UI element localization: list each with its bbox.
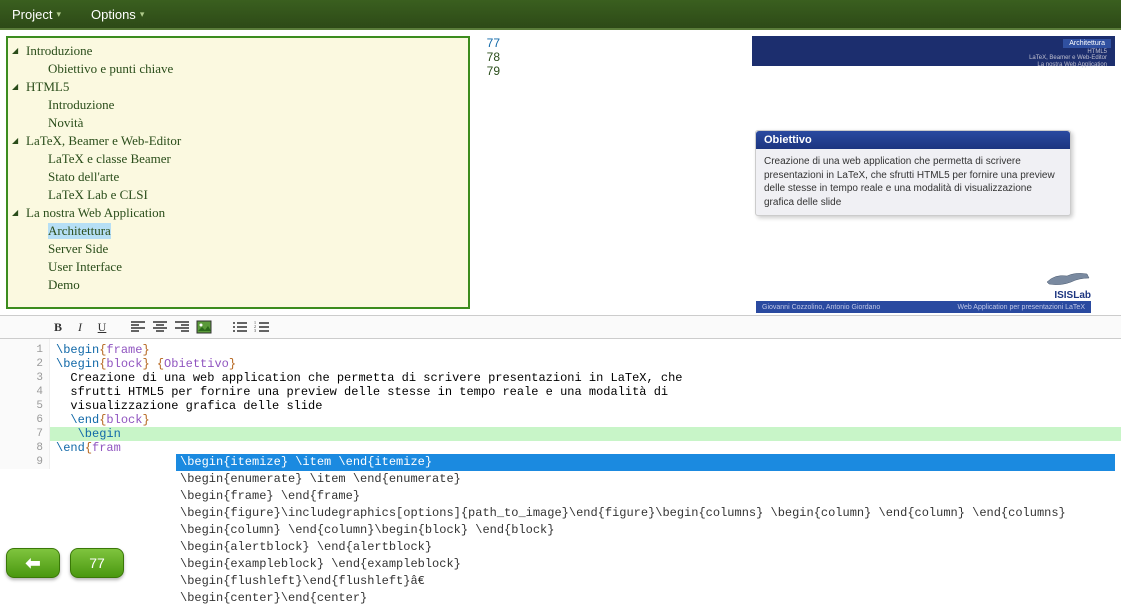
page-button-label: 77	[89, 555, 105, 571]
slide-header-line: HTML5	[760, 49, 1107, 56]
code-line[interactable]: \begin	[50, 427, 1121, 441]
objective-block: Obiettivo Creazione di una web applicati…	[755, 130, 1071, 216]
align-right-button[interactable]	[172, 318, 192, 336]
autocomplete-popup[interactable]: \begin{itemize} \item \end{itemize}\begi…	[176, 454, 1115, 607]
align-center-button[interactable]	[150, 318, 170, 336]
outline-item[interactable]: Introduzione	[12, 42, 464, 60]
code-line[interactable]: \begin{block} {Obiettivo}	[56, 357, 1115, 371]
arrow-left-icon: ⬅	[25, 553, 40, 574]
bullet-list-button[interactable]	[230, 318, 250, 336]
slide-header-line: Introduzione	[760, 42, 1107, 49]
page-button[interactable]: 77	[70, 548, 124, 578]
align-left-button[interactable]	[128, 318, 148, 336]
code-area[interactable]: \begin{frame}\begin{block} {Obiettivo} C…	[50, 339, 1121, 473]
menu-bar: Project ▾ Options ▾	[0, 0, 1121, 30]
menu-options[interactable]: Options ▾	[91, 7, 144, 22]
outline-item[interactable]: Introduzione	[12, 96, 464, 114]
line-gutter: 123456789	[0, 339, 50, 469]
menu-project[interactable]: Project ▾	[12, 7, 61, 22]
code-line[interactable]: \end{fram	[56, 441, 1115, 455]
menu-project-label: Project	[12, 7, 52, 22]
bird-icon	[1045, 268, 1091, 288]
autocomplete-item[interactable]: \begin{alertblock} \end{alertblock}	[176, 539, 1115, 556]
slide-footer-bar: Giovanni Cozzolino, Antonio Giordano Web…	[756, 301, 1091, 313]
main-area: IntroduzioneObiettivo e punti chiaveHTML…	[0, 30, 1121, 315]
outline-item[interactable]: LaTeX, Beamer e Web-Editor	[12, 132, 464, 150]
numbered-list-button[interactable]: 123	[252, 318, 272, 336]
logo-text: ISISLab	[1054, 290, 1091, 301]
code-line[interactable]: \begin{frame}	[56, 343, 1115, 357]
autocomplete-item[interactable]: \begin{column} \end{column}\begin{block}…	[176, 522, 1115, 539]
slide-footer-authors: Giovanni Cozzolino, Antonio Giordano	[762, 304, 880, 311]
insert-image-button[interactable]	[194, 318, 214, 336]
page-number[interactable]: 77	[480, 36, 502, 50]
outline-item[interactable]: Stato dell'arte	[12, 168, 464, 186]
code-editor[interactable]: 123456789 \begin{frame}\begin{block} {Ob…	[0, 339, 1121, 607]
page-number[interactable]: 78	[480, 50, 502, 64]
isislab-logo: ISISLab	[1045, 268, 1091, 301]
outline-item[interactable]: LaTeX e classe Beamer	[12, 150, 464, 168]
code-line[interactable]: sfrutti HTML5 per fornire una preview de…	[56, 385, 1115, 399]
slide-header-line: LaTeX, Beamer e Web-Editor	[760, 55, 1107, 62]
page-number-list: 777879	[476, 30, 506, 315]
outline-item[interactable]: Novità	[12, 114, 464, 132]
slide-header-active-tab: Architettura	[1063, 39, 1111, 48]
outline-item[interactable]: Server Side	[12, 240, 464, 258]
objective-body: Creazione di una web application che per…	[756, 149, 1070, 215]
outline-item[interactable]: HTML5	[12, 78, 464, 96]
outline-panel: IntroduzioneObiettivo e punti chiaveHTML…	[6, 36, 470, 309]
autocomplete-item[interactable]: \begin{flushleft}\end{flushleft}â€	[176, 573, 1115, 590]
bold-button[interactable]: B	[48, 318, 68, 336]
navigation-buttons: ⬅ 77	[6, 548, 124, 578]
outline-item[interactable]: LaTeX Lab e CLSI	[12, 186, 464, 204]
menu-options-label: Options	[91, 7, 136, 22]
autocomplete-item[interactable]: \begin{itemize} \item \end{itemize}	[176, 454, 1115, 471]
outline-item[interactable]: La nostra Web Application	[12, 204, 464, 222]
slide-footer-title: Web Application per presentazioni LaTeX	[957, 304, 1085, 311]
chevron-down-icon: ▾	[56, 9, 61, 20]
outline-item[interactable]: User Interface	[12, 258, 464, 276]
svg-text:3: 3	[254, 328, 256, 333]
autocomplete-item[interactable]: \begin{enumerate} \item \end{enumerate}	[176, 471, 1115, 488]
autocomplete-item[interactable]: \begin{figure}\includegraphics[options]{…	[176, 505, 1115, 522]
code-line[interactable]: Creazione di una web application che per…	[56, 371, 1115, 385]
slide-header-bar: Introduzione HTML5 LaTeX, Beamer e Web-E…	[752, 36, 1115, 66]
italic-button[interactable]: I	[70, 318, 90, 336]
underline-button[interactable]: U	[92, 318, 112, 336]
editor-toolbar: B I U 123	[0, 315, 1121, 339]
slide-preview: Introduzione HTML5 LaTeX, Beamer e Web-E…	[506, 30, 1121, 315]
code-line[interactable]: visualizzazione grafica delle slide	[56, 399, 1115, 413]
outline-item[interactable]: Architettura	[12, 222, 464, 240]
outline-item[interactable]: Obiettivo e punti chiave	[12, 60, 464, 78]
outline-item[interactable]: Demo	[12, 276, 464, 294]
slide-header-line: La nostra Web Application	[760, 62, 1107, 69]
autocomplete-item[interactable]: \begin{exampleblock} \end{exampleblock}	[176, 556, 1115, 573]
autocomplete-item[interactable]: \begin{center}\end{center}	[176, 590, 1115, 607]
objective-title: Obiettivo	[756, 131, 1070, 149]
chevron-down-icon: ▾	[140, 9, 145, 20]
back-button[interactable]: ⬅	[6, 548, 60, 578]
page-number[interactable]: 79	[480, 64, 502, 78]
code-line[interactable]: \end{block}	[56, 413, 1115, 427]
autocomplete-item[interactable]: \begin{frame} \end{frame}	[176, 488, 1115, 505]
